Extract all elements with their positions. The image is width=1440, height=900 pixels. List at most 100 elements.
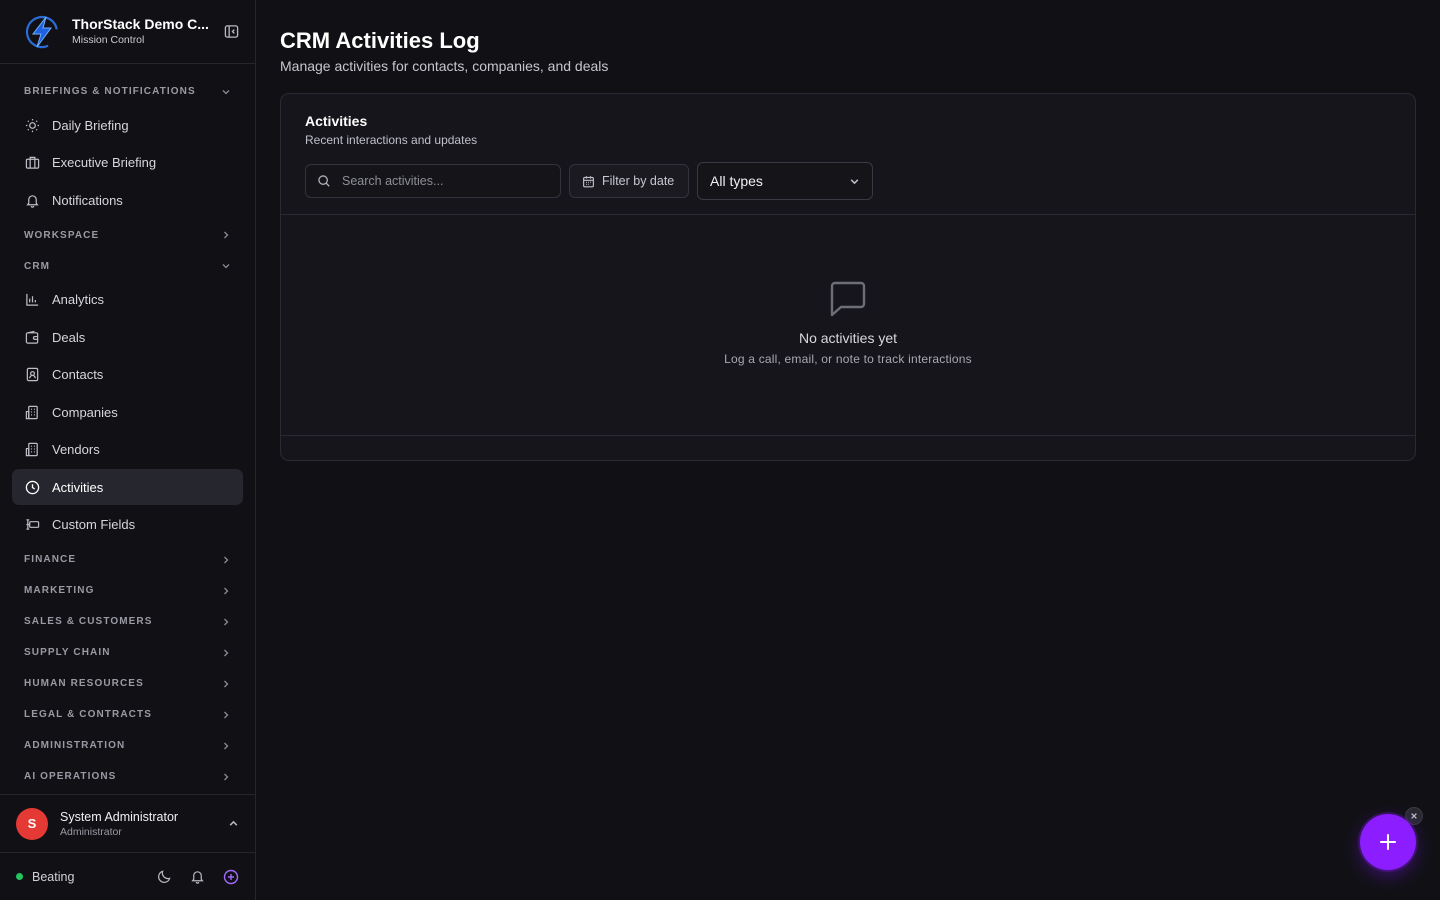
sidebar-item-label: Deals [52,329,86,345]
card-header: Activities Recent interactions and updat… [281,94,1415,215]
section-briefings[interactable]: BRIEFINGS & NOTIFICATIONS [12,76,243,107]
status-text: Beating [32,869,75,884]
status-dot-icon [16,873,23,880]
section-label: HUMAN RESOURCES [24,678,144,689]
org-name: ThorStack Demo C... [72,15,209,32]
sidebar-item-vendors[interactable]: Vendors [12,432,243,468]
building-icon [24,404,40,420]
section-label: SALES & CUSTOMERS [24,616,153,627]
section-supply-chain[interactable]: SUPPLY CHAIN [12,637,243,668]
bell-icon[interactable] [190,869,205,884]
section-label: FINANCE [24,554,77,565]
section-label: WORKSPACE [24,229,100,241]
bar-chart-icon [24,292,40,308]
chevron-up-icon [228,818,239,829]
type-select[interactable]: All types [697,162,873,200]
wallet-icon [24,329,40,345]
clock-icon [24,479,40,495]
chevron-right-icon [221,586,231,596]
search-icon [317,174,331,188]
chevron-right-icon [221,555,231,565]
briefcase-icon [24,155,40,171]
contact-card-icon [24,367,40,383]
section-finance[interactable]: FINANCE [12,544,243,575]
user-role: Administrator [60,825,122,838]
card-title: Activities [305,113,368,129]
user-info: System Administrator Administrator [60,809,228,839]
section-crm[interactable]: CRM [12,251,243,282]
sidebar-item-label: Daily Briefing [52,117,129,133]
section-label: CRM [24,260,51,272]
sidebar-item-contacts[interactable]: Contacts [12,357,243,393]
sidebar-item-label: Activities [52,479,104,495]
section-label: MARKETING [24,585,95,596]
sidebar-item-companies[interactable]: Companies [12,394,243,430]
chevron-right-icon [221,648,231,658]
empty-title: No activities yet [798,330,898,346]
sidebar-item-daily-briefing[interactable]: Daily Briefing [12,107,243,143]
sidebar-item-label: Contacts [52,367,104,382]
sidebar-item-executive-briefing[interactable]: Executive Briefing [12,145,243,181]
sidebar-item-label: Custom Fields [52,517,136,532]
calendar-icon [582,175,595,188]
section-marketing[interactable]: MARKETING [12,575,243,606]
avatar: S [16,807,48,840]
sidebar: ThorStack Demo C... Mission Control BRIE… [0,0,256,900]
moon-icon[interactable] [157,869,172,884]
empty-state: No activities yet Log a call, email, or … [281,215,1415,436]
chevron-down-icon [221,87,231,97]
search-box [305,164,561,198]
sun-icon [24,117,40,133]
section-sales-customers[interactable]: SALES & CUSTOMERS [12,606,243,637]
page-subtitle: Manage activities for contacts, companie… [280,58,609,74]
section-label: ADMINISTRATION [24,740,126,751]
sidebar-item-analytics[interactable]: Analytics [12,282,243,318]
section-label: SUPPLY CHAIN [24,647,111,658]
org-switcher[interactable]: ThorStack Demo C... Mission Control [72,16,221,48]
type-select-value: All types [710,173,763,189]
add-activity-fab-button[interactable] [1360,814,1416,870]
chevron-right-icon [221,230,231,240]
footer-actions [157,869,239,885]
plus-icon [1378,832,1398,852]
chevron-down-icon [849,176,860,187]
section-administration[interactable]: ADMINISTRATION [12,730,243,761]
sidebar-item-activities[interactable]: Activities [12,469,243,505]
sidebar-item-label: Analytics [52,292,105,307]
sidebar-item-label: Notifications [52,192,123,208]
activities-card: Activities Recent interactions and updat… [280,93,1416,461]
main-content: CRM Activities Log Manage activities for… [256,0,1440,900]
sidebar-item-label: Companies [52,404,118,420]
chevron-down-icon [221,261,231,271]
chevron-right-icon [221,617,231,627]
app-root: ThorStack Demo C... Mission Control BRIE… [0,0,1440,900]
org-subtitle: Mission Control [72,33,145,46]
search-input[interactable] [342,174,549,188]
card-subtitle: Recent interactions and updates [305,133,478,147]
filter-by-date-label: Filter by date [602,174,675,188]
filter-toolbar: Filter by date All types [305,162,1391,200]
message-square-icon [828,279,868,319]
section-label: BRIEFINGS & NOTIFICATIONS [24,86,196,97]
sidebar-collapse-icon[interactable] [221,22,241,42]
filter-by-date-button[interactable]: Filter by date [569,164,689,198]
section-human-resources[interactable]: HUMAN RESOURCES [12,668,243,699]
user-name: System Administrator [60,809,179,824]
section-legal-contracts[interactable]: LEGAL & CONTRACTS [12,699,243,730]
user-menu[interactable]: S System Administrator Administrator [0,794,255,852]
chevron-right-icon [221,710,231,720]
empty-subtitle: Log a call, email, or note to track inte… [724,352,972,366]
page-title: CRM Activities Log [280,28,480,53]
section-ai-operations[interactable]: AI OPERATIONS [12,761,243,792]
form-field-icon [24,517,40,533]
add-circle-icon[interactable] [223,869,239,885]
bell-icon [24,192,40,208]
sidebar-item-deals[interactable]: Deals [12,319,243,355]
lightning-logo-icon [22,12,62,52]
sidebar-item-label: Vendors [52,442,100,457]
section-workspace[interactable]: WORKSPACE [12,220,243,251]
sidebar-item-custom-fields[interactable]: Custom Fields [12,507,243,543]
sidebar-item-label: Executive Briefing [52,155,157,170]
sidebar-footer: Beating [0,852,255,900]
sidebar-item-notifications[interactable]: Notifications [12,182,243,218]
